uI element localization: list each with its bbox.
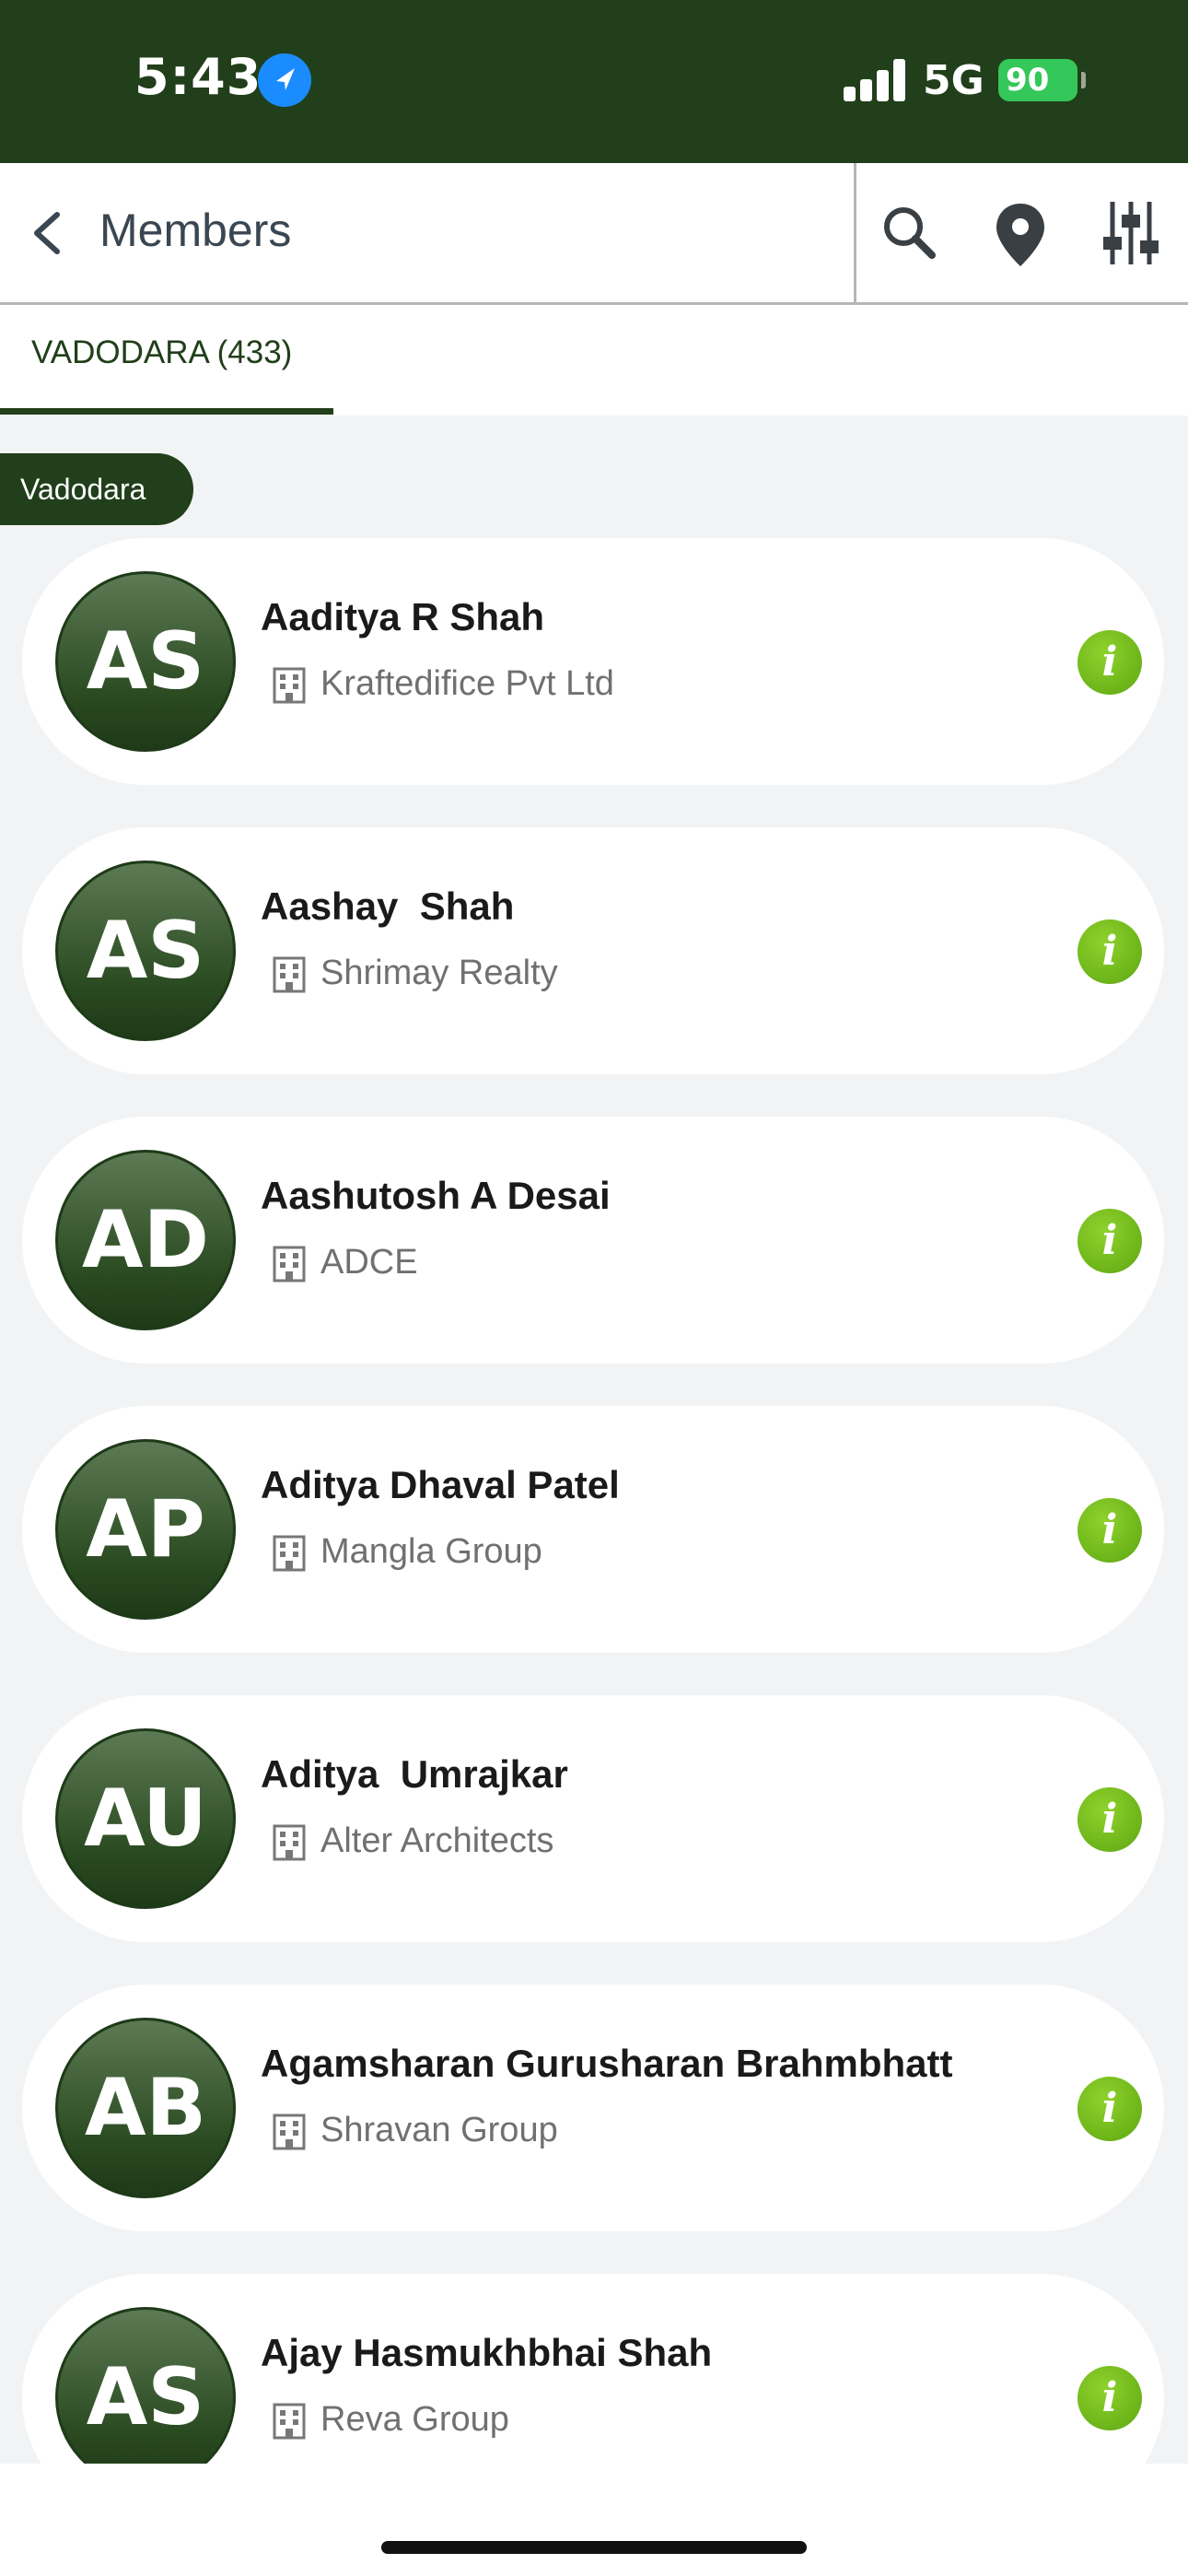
battery-level: 90: [1006, 62, 1050, 99]
building-icon: [269, 2401, 309, 2441]
member-name: Aaditya R Shah: [261, 595, 545, 638]
info-button[interactable]: i: [1077, 2366, 1142, 2430]
location-arrow-icon: [258, 53, 311, 107]
member-card[interactable]: AP Aditya Dhaval Patel Mangla Group i: [22, 1406, 1164, 1653]
battery-icon: 90: [998, 59, 1077, 101]
member-card[interactable]: AU Aditya Umrajkar Alter Architects i: [22, 1695, 1164, 1942]
member-company: Reva Group: [320, 2400, 509, 2439]
member-company: Shrimay Realty: [320, 954, 558, 992]
member-company: Alter Architects: [320, 1821, 554, 1860]
cellular-signal-icon: [844, 59, 906, 101]
member-list: AS Aaditya R Shah Kraftedifice Pvt Ltd i…: [0, 538, 1188, 2464]
avatar: AU: [55, 1728, 236, 1909]
avatar: AD: [55, 1150, 236, 1330]
info-button[interactable]: i: [1077, 919, 1142, 984]
search-icon[interactable]: [873, 196, 947, 270]
app-header: Members: [0, 163, 1188, 305]
network-type: 5G: [923, 57, 984, 104]
back-chevron-icon[interactable]: [22, 200, 77, 264]
tab-bar: VADODARA (433): [0, 305, 1188, 416]
member-company: Mangla Group: [320, 1532, 542, 1571]
building-icon: [269, 1533, 309, 1574]
battery-tip: [1081, 72, 1086, 88]
member-company: Kraftedifice Pvt Ltd: [320, 664, 614, 703]
member-card[interactable]: AD Aashutosh A Desai ADCE i: [22, 1117, 1164, 1364]
avatar: AS: [55, 571, 236, 752]
avatar: AS: [55, 2307, 236, 2464]
filter-sliders-icon[interactable]: [1094, 196, 1168, 270]
page-title: Members: [99, 205, 292, 256]
status-time: 5:43: [134, 48, 262, 106]
active-tab-indicator: [0, 408, 333, 415]
tab-vadodara[interactable]: VADODARA (433): [31, 334, 292, 371]
member-name: Aditya Dhaval Patel: [261, 1463, 620, 1506]
home-indicator[interactable]: [381, 2541, 807, 2554]
section-header: Vadodara: [0, 453, 193, 525]
info-button[interactable]: i: [1077, 1787, 1142, 1852]
building-icon: [269, 1822, 309, 1863]
member-card[interactable]: AB Agamsharan Gurusharan Brahmbhatt Shra…: [22, 1985, 1164, 2231]
bottom-bar: [0, 2464, 1188, 2576]
info-button[interactable]: i: [1077, 1209, 1142, 1273]
member-name: Aashay Shah: [261, 884, 515, 928]
avatar: AP: [55, 1439, 236, 1620]
member-name: Aashutosh A Desai: [261, 1174, 611, 1217]
member-card[interactable]: AS Aaditya R Shah Kraftedifice Pvt Ltd i: [22, 538, 1164, 785]
avatar: AS: [55, 861, 236, 1041]
member-card[interactable]: AS Aashay Shah Shrimay Realty i: [22, 827, 1164, 1074]
member-name: Ajay Hasmukhbhai Shah: [261, 2331, 713, 2374]
member-name: Aditya Umrajkar: [261, 1752, 568, 1796]
building-icon: [269, 2112, 309, 2152]
info-button[interactable]: i: [1077, 630, 1142, 695]
info-button[interactable]: i: [1077, 1498, 1142, 1563]
member-company: Shravan Group: [320, 2111, 558, 2149]
member-company: ADCE: [320, 1243, 418, 1282]
member-name: Agamsharan Gurusharan Brahmbhatt: [261, 2042, 953, 2085]
header-divider: [854, 163, 856, 302]
building-icon: [269, 665, 309, 706]
member-card[interactable]: AS Ajay Hasmukhbhai Shah Reva Group i: [22, 2274, 1164, 2464]
building-icon: [269, 1244, 309, 1284]
status-bar: 5:43 5G 90: [0, 0, 1188, 163]
map-pin-icon[interactable]: [984, 196, 1057, 270]
avatar: AB: [55, 2018, 236, 2198]
info-button[interactable]: i: [1077, 2077, 1142, 2141]
building-icon: [269, 954, 309, 995]
